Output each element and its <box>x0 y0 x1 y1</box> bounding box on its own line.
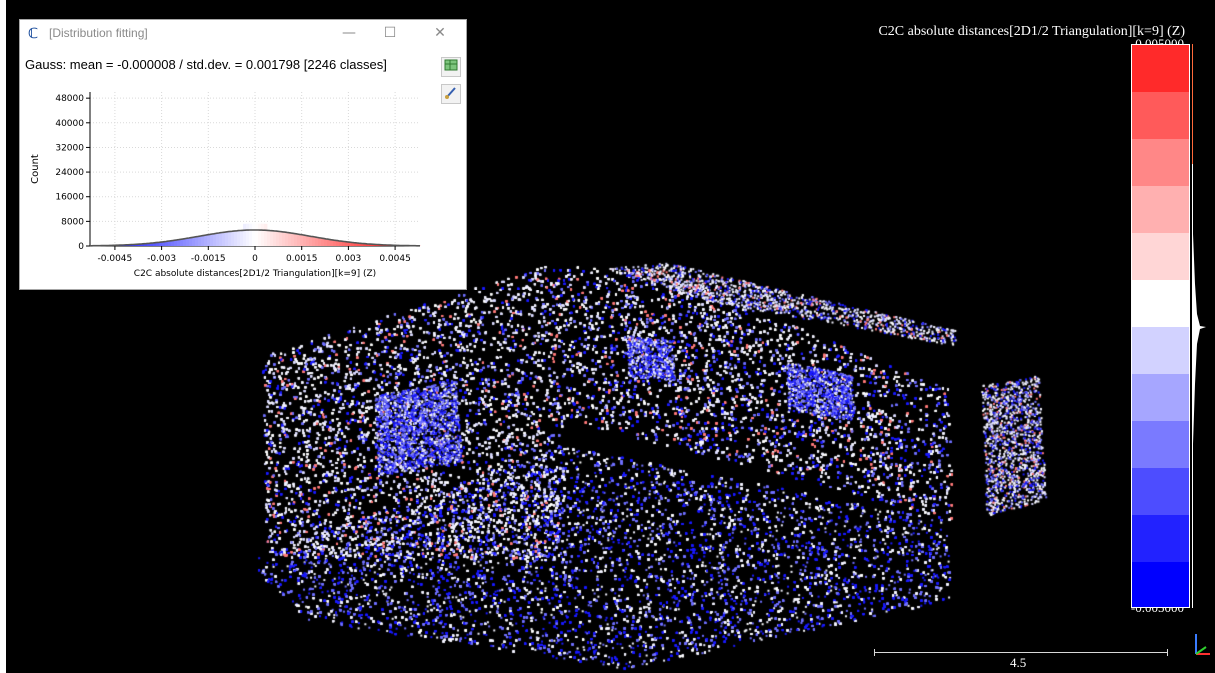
y-tick-label: 24000 <box>55 168 84 178</box>
histogram-bar <box>324 238 328 246</box>
scalar-bar-segment <box>1132 562 1189 607</box>
gauss-summary: Gauss: mean = -0.000008 / std.dev. = 0.0… <box>25 57 387 72</box>
y-tick-label: 48000 <box>55 94 84 104</box>
histogram-bar <box>315 237 319 246</box>
histogram-bar <box>327 239 331 246</box>
histogram-bar <box>228 231 232 246</box>
histogram-bar <box>318 237 322 246</box>
histogram-bar <box>261 223 265 246</box>
histogram-bar <box>201 235 205 246</box>
distribution-fitting-dialog[interactable]: ℂ [Distribution fitting] — ☐ ✕ Gauss: me… <box>19 19 467 290</box>
histogram-bar <box>306 235 310 246</box>
histogram-bar <box>210 234 214 246</box>
histogram-bar <box>312 236 316 246</box>
histogram-plot[interactable]: 48000 40000 32000 24000 16000 8000 0 -0.0045 -0.… <box>20 80 466 290</box>
scalar-bar-segment <box>1132 92 1189 139</box>
histogram-bar <box>291 233 295 246</box>
scalar-bar-segment <box>1132 186 1189 233</box>
y-tick-label: 8000 <box>61 217 84 227</box>
histogram-bar <box>321 238 325 246</box>
y-tick-label: 40000 <box>55 119 84 129</box>
dialog-title: [Distribution fitting] <box>49 26 148 40</box>
minimize-button[interactable]: — <box>337 22 361 44</box>
histogram-bar <box>270 230 274 246</box>
close-button[interactable]: ✕ <box>428 22 452 44</box>
cloudcompare-logo-icon: ℂ <box>28 26 39 42</box>
scalar-bar-segment <box>1132 139 1189 186</box>
histogram-bar <box>252 223 256 246</box>
axis-trihedron-icon <box>1195 634 1210 655</box>
histogram-bar <box>273 231 277 246</box>
histogram-bar <box>195 236 199 246</box>
maximize-button[interactable]: ☐ <box>378 22 402 44</box>
histogram-bar <box>303 235 307 246</box>
histogram-bar <box>300 234 304 246</box>
histogram-bar <box>276 231 280 246</box>
histogram-bar <box>255 223 259 246</box>
histogram-bar <box>198 236 202 246</box>
histogram-bar <box>213 233 217 246</box>
histogram-bar <box>249 223 253 246</box>
scale-bar <box>874 649 1168 656</box>
histogram-bar <box>285 232 289 246</box>
histogram-bar <box>267 230 271 246</box>
scalar-bar-segment <box>1132 45 1189 92</box>
histogram-bar <box>246 223 250 246</box>
histogram-bar <box>222 232 226 246</box>
export-csv-button[interactable] <box>441 57 461 77</box>
histogram-bar <box>309 236 313 246</box>
scalar-bar-segment <box>1132 374 1189 421</box>
x-tick-label: 0.0045 <box>379 254 411 264</box>
x-axis-label: C2C absolute distances[2D1/2 Triangulati… <box>134 269 376 279</box>
histogram-bar <box>231 231 235 246</box>
x-tick-label: 0.0015 <box>286 254 318 264</box>
histogram-bar <box>237 230 241 246</box>
histogram-bar <box>294 233 298 246</box>
histogram-bar <box>177 239 181 246</box>
y-tick-label: 32000 <box>55 143 84 153</box>
histogram-bar <box>225 232 229 246</box>
scalar-color-bar <box>1131 44 1190 608</box>
histogram-bar <box>258 223 262 246</box>
histogram-bar <box>279 231 283 246</box>
histogram-bar <box>297 234 301 246</box>
x-tick-label: 0 <box>252 254 258 264</box>
histogram-bar <box>216 233 220 246</box>
x-tick-label: -0.003 <box>147 254 176 264</box>
histogram-bar <box>180 239 184 246</box>
histogram-bar <box>183 238 187 246</box>
histogram-bar <box>288 233 292 246</box>
x-tick-label: 0.003 <box>336 254 362 264</box>
spreadsheet-icon <box>444 59 458 71</box>
histogram-bar <box>192 237 196 246</box>
histogram-bar <box>234 231 238 246</box>
scalar-bar-segment <box>1132 327 1189 374</box>
dialog-titlebar[interactable]: ℂ [Distribution fitting] — ☐ ✕ <box>20 20 466 48</box>
y-tick-label: 16000 <box>55 193 84 203</box>
histogram-bar <box>330 239 334 246</box>
x-tick-label: -0.0045 <box>98 254 133 264</box>
histogram-bar <box>282 232 286 246</box>
histogram-bar <box>174 240 178 246</box>
histogram-bar <box>189 237 193 246</box>
scale-bar-label: 4.5 <box>1010 655 1027 670</box>
y-axis-label: Count <box>30 154 41 184</box>
x-tick-label: -0.0015 <box>191 254 226 264</box>
histogram-bar <box>219 232 223 246</box>
histogram-bar <box>240 230 244 246</box>
scalar-bar-segment <box>1132 515 1189 562</box>
histogram-bar <box>243 223 247 246</box>
scalar-bar-segment <box>1132 468 1189 515</box>
histogram-bar <box>207 234 211 246</box>
y-tick-label: 0 <box>78 242 84 252</box>
scalar-bar-segment <box>1132 280 1189 327</box>
histogram-bar <box>186 238 190 246</box>
scalar-bar-segment <box>1132 233 1189 280</box>
scalar-bar-segment <box>1132 421 1189 468</box>
scalar-bar-histogram <box>1192 44 1206 608</box>
histogram-bar <box>264 223 268 246</box>
histogram-bar <box>204 235 208 246</box>
